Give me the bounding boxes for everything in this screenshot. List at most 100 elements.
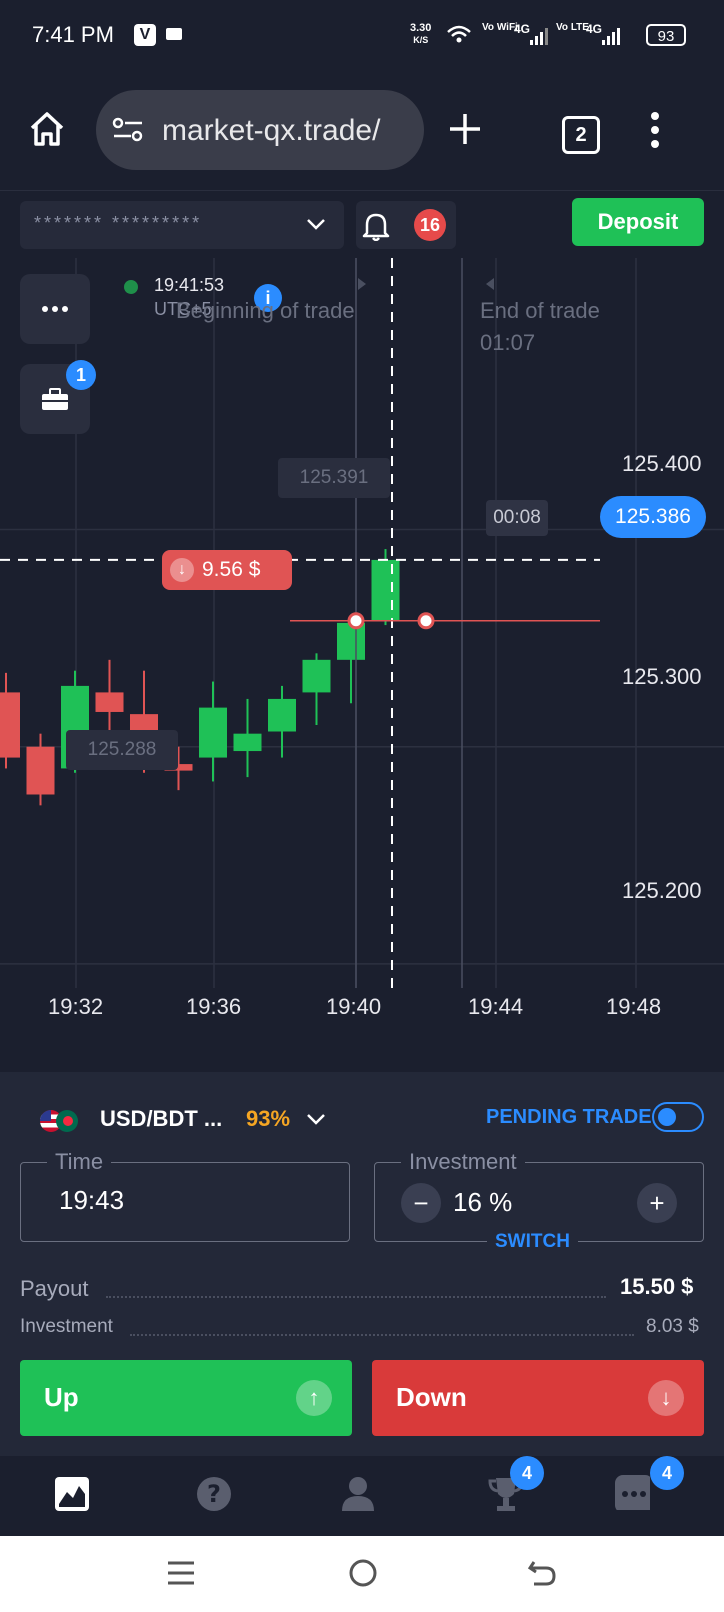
battery-icon: 93 bbox=[646, 24, 686, 46]
payout-label: Payout bbox=[20, 1276, 89, 1301]
time-tick-1932: 19:32 bbox=[48, 994, 104, 1019]
payout-value: 15.50 $ bbox=[620, 1274, 694, 1299]
beginning-marker bbox=[358, 278, 366, 290]
asset-payout-pct: 93% bbox=[246, 1106, 291, 1131]
open-trade-amount: 9.56 $ bbox=[202, 558, 261, 581]
time-tick-1944: 19:44 bbox=[468, 994, 524, 1019]
bell-icon bbox=[362, 213, 390, 241]
price-tick-125200: 125.200 bbox=[622, 878, 702, 903]
vowifi-label: Vo WiFi bbox=[482, 22, 518, 33]
pending-trade-toggle[interactable] bbox=[652, 1102, 704, 1132]
deposit-button[interactable]: Deposit bbox=[572, 198, 704, 246]
wifi-icon bbox=[447, 25, 471, 43]
account-selector[interactable]: ******* ********* bbox=[20, 201, 344, 249]
investment-amount: 8.03 $ bbox=[646, 1316, 699, 1337]
switch-button[interactable]: SWITCH bbox=[487, 1231, 578, 1253]
candle-body-1 bbox=[0, 692, 20, 758]
current-price-badge: 125.386 bbox=[600, 496, 706, 538]
asset-flag-icon bbox=[40, 1110, 82, 1132]
trading-topbar: ******* ********* 16 Deposit bbox=[0, 190, 724, 259]
candle-body-10 bbox=[302, 659, 331, 693]
chart-icon[interactable] bbox=[54, 1476, 90, 1512]
pending-trade-label: PENDING TRADE bbox=[486, 1106, 652, 1128]
price-tick-125400: 125.400 bbox=[622, 451, 702, 476]
site-settings-icon[interactable] bbox=[112, 116, 144, 144]
down-label: Down bbox=[396, 1382, 467, 1412]
chevron-down-icon bbox=[307, 219, 325, 230]
decrease-button[interactable]: − bbox=[401, 1183, 441, 1223]
trophy-badge: 4 bbox=[510, 1456, 544, 1490]
arrow-up-icon: ↑ bbox=[296, 1380, 332, 1416]
portfolio-button[interactable]: 1 bbox=[20, 360, 96, 434]
help-icon[interactable]: ? bbox=[196, 1476, 232, 1512]
candle-body-2 bbox=[26, 746, 55, 795]
asset-chevron-down-icon[interactable] bbox=[306, 1112, 326, 1126]
investment-dots bbox=[130, 1334, 634, 1336]
back-icon[interactable] bbox=[526, 1558, 558, 1588]
end-of-trade-label: End of trade bbox=[480, 298, 600, 323]
low-price-marker: 125.288 bbox=[66, 730, 178, 770]
home-icon[interactable] bbox=[28, 110, 66, 148]
profile-icon[interactable] bbox=[340, 1476, 376, 1512]
candle-body-8 bbox=[233, 733, 262, 752]
candle-body-7 bbox=[199, 707, 227, 758]
candle-countdown: 00:08 bbox=[486, 500, 548, 536]
investment-value[interactable]: 16 % bbox=[453, 1187, 512, 1218]
address-bar[interactable]: market-qx.trade/ bbox=[96, 90, 424, 170]
high-price-marker: 125.391 bbox=[278, 458, 390, 498]
system-nav-bar bbox=[0, 1536, 724, 1612]
status-bar: 7:41 PM V 3.30 K/S Vo WiFi 4G Vo LTE 4G … bbox=[0, 0, 724, 72]
beginning-of-trade-label: Beginning of trade bbox=[176, 298, 355, 323]
bottom-nav: ? 4 4 bbox=[0, 1456, 724, 1536]
end-marker bbox=[486, 278, 494, 290]
trade-open-point bbox=[347, 612, 365, 630]
clock: 7:41 PM bbox=[32, 22, 114, 47]
chat-badge: 4 bbox=[650, 1456, 684, 1490]
arrow-down-icon: ↓ bbox=[170, 558, 194, 582]
net-speed-value: 3.30 bbox=[410, 22, 432, 34]
notification-badge: 16 bbox=[414, 209, 446, 241]
time-field[interactable]: Time 19:43 bbox=[20, 1149, 350, 1242]
end-of-trade-countdown: 01:07 bbox=[480, 330, 536, 355]
dots-icon bbox=[42, 306, 68, 312]
down-button[interactable]: Down ↓ bbox=[372, 1360, 704, 1436]
asset-name[interactable]: USD/BDT ... bbox=[100, 1106, 222, 1132]
net-speed-unit: K/S bbox=[413, 35, 429, 45]
time-tick-1936: 19:36 bbox=[186, 994, 242, 1019]
chart-menu-button[interactable] bbox=[20, 274, 90, 344]
candle-body-9 bbox=[268, 698, 296, 732]
chart-svg[interactable] bbox=[0, 258, 724, 1066]
notifications-button[interactable]: 16 bbox=[356, 201, 456, 249]
investment-field[interactable]: Investment − 16 % + SWITCH bbox=[374, 1149, 704, 1253]
increase-button[interactable]: + bbox=[637, 1183, 677, 1223]
open-trade-badge[interactable]: ↓ 9.56 $ bbox=[162, 550, 292, 590]
browser-toolbar: market-qx.trade/ 2 bbox=[0, 72, 724, 190]
time-legend: Time bbox=[47, 1149, 112, 1175]
live-dot-icon bbox=[124, 280, 138, 294]
signal-icon-2 bbox=[602, 28, 620, 45]
chat-icon[interactable] bbox=[614, 1474, 650, 1510]
up-label: Up bbox=[44, 1382, 79, 1412]
time-tick-1940: 19:40 bbox=[326, 994, 382, 1019]
v-app-icon: V bbox=[134, 24, 156, 46]
time-value[interactable]: 19:43 bbox=[59, 1185, 124, 1216]
tab-switcher-button[interactable]: 2 bbox=[562, 116, 600, 154]
candle-body-12 bbox=[371, 559, 400, 621]
url-text[interactable]: market-qx.trade/ bbox=[162, 114, 412, 148]
time-tick-1948: 19:48 bbox=[606, 994, 662, 1019]
new-tab-icon[interactable] bbox=[448, 112, 482, 146]
investment-legend: Investment bbox=[401, 1149, 525, 1175]
up-button[interactable]: Up ↑ bbox=[20, 1360, 352, 1436]
home-circle-icon[interactable] bbox=[348, 1558, 378, 1588]
recents-icon[interactable] bbox=[166, 1558, 196, 1588]
trade-close-point bbox=[417, 612, 435, 630]
price-tick-125300: 125.300 bbox=[622, 664, 702, 689]
arrow-down-circle-icon: ↓ bbox=[648, 1380, 684, 1416]
price-chart[interactable]: 125.400 125.300 125.200 19:32 19:36 19:4… bbox=[0, 258, 724, 1066]
video-icon bbox=[166, 28, 182, 40]
payout-dots bbox=[106, 1296, 606, 1298]
candle-body-4 bbox=[95, 692, 124, 712]
account-masked: ******* ********* bbox=[34, 213, 203, 233]
portfolio-badge: 1 bbox=[66, 360, 96, 390]
more-icon[interactable] bbox=[648, 110, 662, 150]
